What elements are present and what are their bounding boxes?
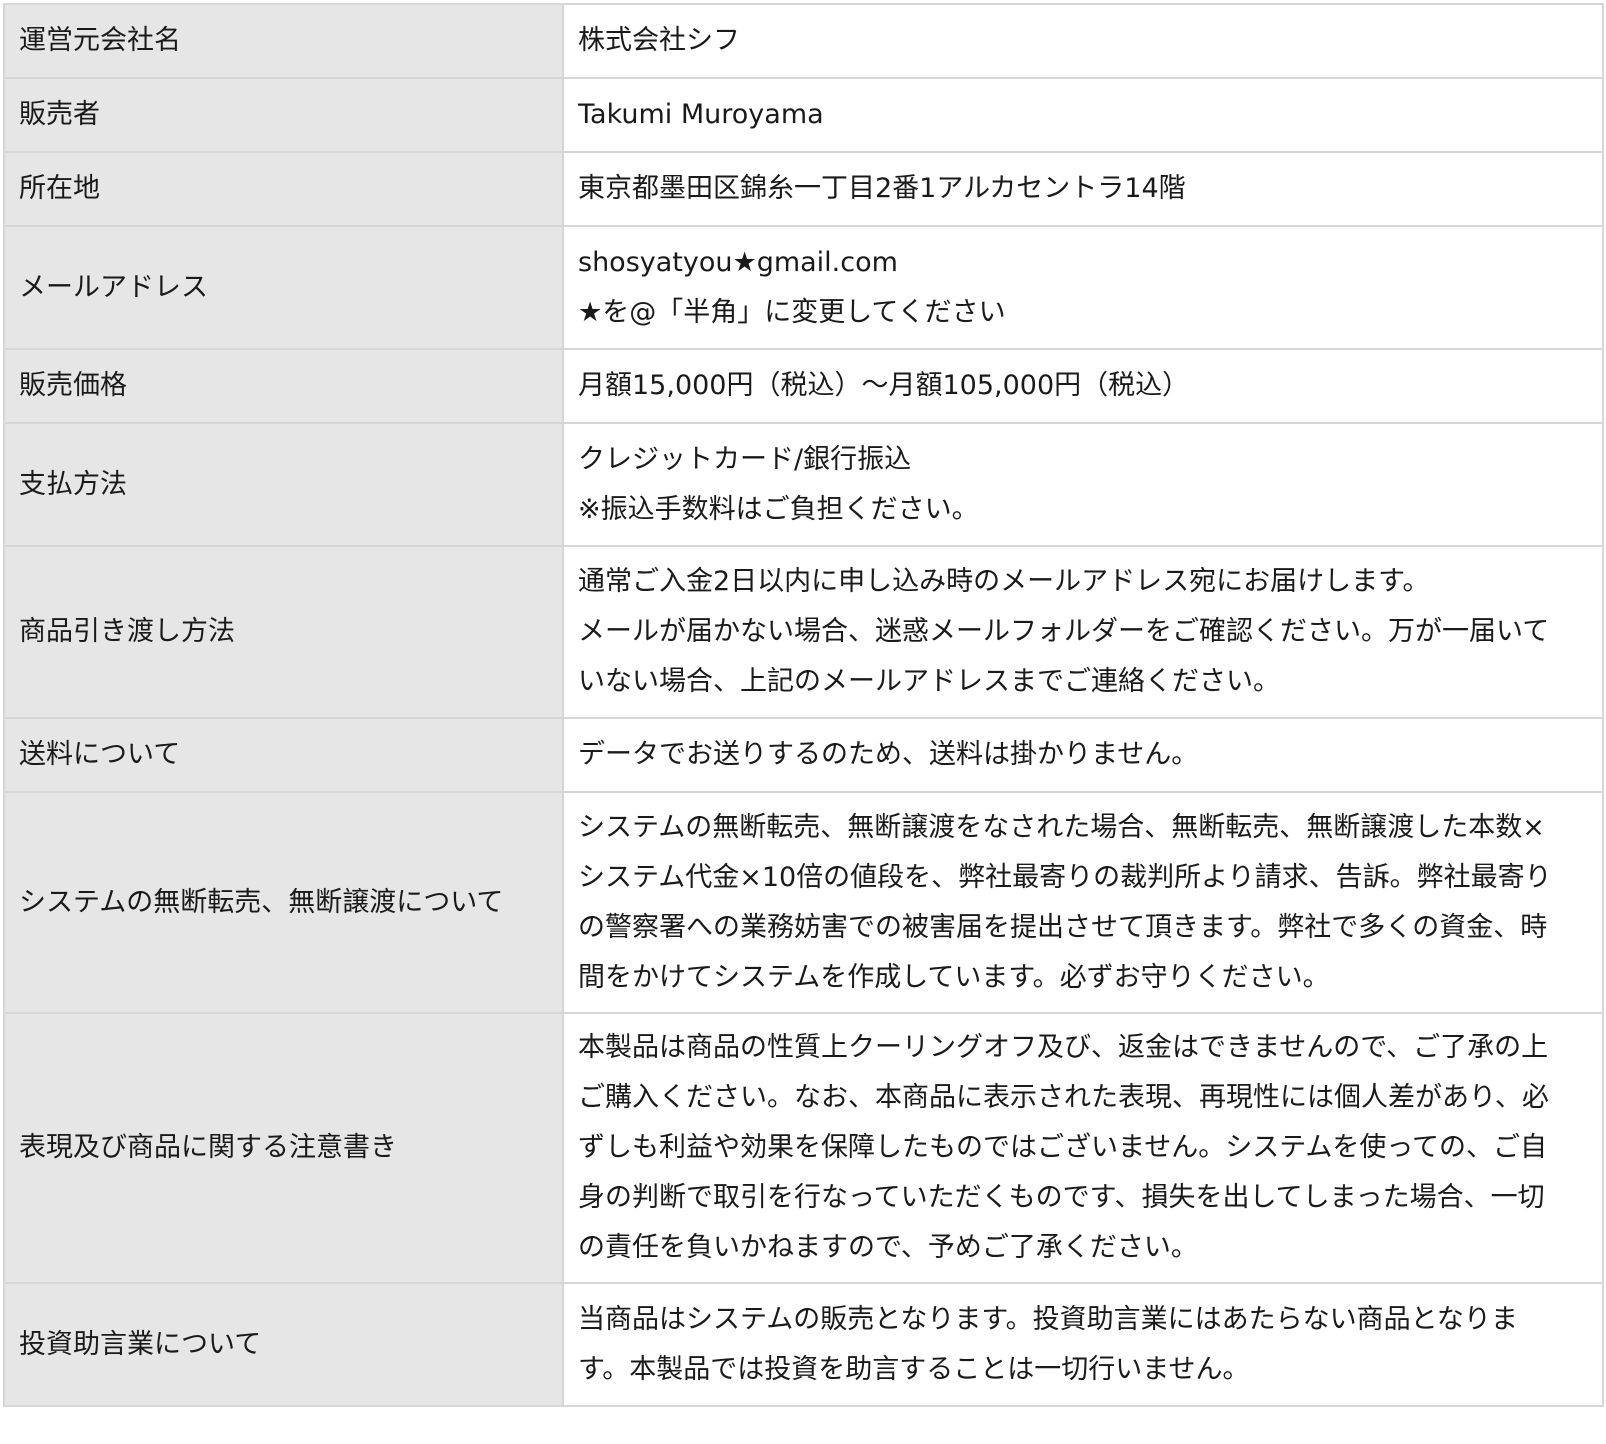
value-line: システム代金×10倍の値段を、弊社最寄りの裁判所より請求、告訴。弊社最寄り: [578, 861, 1552, 893]
price-text: 月額15,000円（税込）～月額105,000円（税込）: [578, 370, 1190, 401]
value-line: ※振込手数料はご負担ください。: [578, 493, 979, 525]
value-line: 当商品はシステムの販売となります。投資助言業にはあたらない商品となりま: [578, 1303, 1518, 1335]
value-line: 東京都墨田区錦糸一丁目2番1アルカセントラ14階: [578, 173, 1186, 204]
row-label: 送料について: [3, 717, 564, 793]
value-line: す。本製品では投資を助言することは一切行いません。: [578, 1353, 1250, 1385]
value-line: ご購入ください。なお、本商品に表示された表現、再現性には個人差があり、必: [578, 1082, 1549, 1113]
row-value: 株式会社シフ: [562, 3, 1604, 79]
row-label: 商品引き渡し方法: [3, 545, 564, 719]
row-value: 東京都墨田区錦糸一丁目2番1アルカセントラ14階: [562, 151, 1604, 227]
value-line: クレジットカード/銀行振込: [578, 443, 912, 475]
value-line: Takumi Muroyama: [578, 99, 824, 130]
row-value: システムの無断転売、無断譲渡をなされた場合、無断転売、無断譲渡した本数× システ…: [562, 791, 1604, 1014]
value-line: 間をかけてシステムを作成しています。必ずお守りください。: [578, 961, 1330, 993]
value-line: の責任を負いかねますので、予めご了承ください。: [578, 1232, 1198, 1263]
value-line: メールが届かない場合、迷惑メールフォルダーをご確認ください。万が一届いて: [578, 616, 1550, 647]
table-row: 送料について データでお送りするのため、送料は掛かりません。: [3, 717, 1604, 793]
row-label: 所在地: [3, 151, 564, 227]
row-value: クレジットカード/銀行振込 ※振込手数料はご負担ください。: [562, 422, 1604, 547]
value-line: 本製品は商品の性質上クーリングオフ及び、返金はできませんので、ご了承の上: [578, 1032, 1549, 1063]
email-address: shosyatyou★gmail.com: [578, 246, 898, 278]
row-value: shosyatyou★gmail.com ★を@「半角」に変更してください: [562, 225, 1604, 350]
value-line: 通常ご入金2日以内に申し込み時のメールアドレス宛にお届けします。: [578, 566, 1430, 597]
row-label: 表現及び商品に関する注意書き: [3, 1012, 564, 1284]
row-label: 投資助言業について: [3, 1282, 564, 1407]
row-value: 本製品は商品の性質上クーリングオフ及び、返金はできませんので、ご了承の上 ご購入…: [562, 1012, 1604, 1284]
table-row: メールアドレス shosyatyou★gmail.com ★を@「半角」に変更し…: [3, 225, 1604, 350]
table-row: 所在地 東京都墨田区錦糸一丁目2番1アルカセントラ14階: [3, 151, 1604, 227]
row-label: 販売者: [3, 77, 564, 153]
row-label: メールアドレス: [3, 225, 564, 350]
row-value: Takumi Muroyama: [562, 77, 1604, 153]
row-label: 運営元会社名: [3, 3, 564, 79]
table-row: 商品引き渡し方法 通常ご入金2日以内に申し込み時のメールアドレス宛にお届けします…: [3, 545, 1604, 719]
row-value: 通常ご入金2日以内に申し込み時のメールアドレス宛にお届けします。 メールが届かな…: [562, 545, 1604, 719]
table-row: 支払方法 クレジットカード/銀行振込 ※振込手数料はご負担ください。: [3, 422, 1604, 547]
table-row: 投資助言業について 当商品はシステムの販売となります。投資助言業にはあたらない商…: [3, 1282, 1604, 1407]
table-row: 販売者 Takumi Muroyama: [3, 77, 1604, 153]
row-label: 販売価格: [3, 348, 564, 424]
row-value: 月額15,000円（税込）～月額105,000円（税込）: [562, 348, 1604, 424]
row-label: システムの無断転売、無断譲渡について: [3, 791, 564, 1014]
table-row: 表現及び商品に関する注意書き 本製品は商品の性質上クーリングオフ及び、返金はでき…: [3, 1012, 1604, 1284]
value-line: システムの無断転売、無断譲渡をなされた場合、無断転売、無断譲渡した本数×: [578, 811, 1545, 843]
value-line: いない場合、上記のメールアドレスまでご連絡ください。: [578, 666, 1280, 697]
value-line: ★を@「半角」に変更してください: [578, 296, 1006, 328]
table-row: システムの無断転売、無断譲渡について システムの無断転売、無断譲渡をなされた場合…: [3, 791, 1604, 1014]
row-value: 当商品はシステムの販売となります。投資助言業にはあたらない商品となりま す。本製…: [562, 1282, 1604, 1407]
table-row: 販売価格 月額15,000円（税込）～月額105,000円（税込）: [3, 348, 1604, 424]
value-line: 身の判断で取引を行なっていただくものです、損失を出してしまった場合、一切: [578, 1182, 1545, 1213]
value-line: 株式会社シフ: [578, 25, 740, 56]
table-row: 運営元会社名 株式会社シフ: [3, 3, 1604, 79]
value-line: ずしも利益や効果を保障したものではございません。システムを使っての、ご自: [578, 1132, 1548, 1163]
legal-info-table: 運営元会社名 株式会社シフ 販売者 Takumi Muroyama 所在地 東京…: [3, 3, 1604, 1407]
value-line: の警察署への業務妨害での被害届を提出させて頂きます。弊社で多くの資金、時: [578, 911, 1548, 943]
row-value: データでお送りするのため、送料は掛かりません。: [562, 717, 1604, 793]
row-label: 支払方法: [3, 422, 564, 547]
value-line: データでお送りするのため、送料は掛かりません。: [578, 739, 1199, 770]
